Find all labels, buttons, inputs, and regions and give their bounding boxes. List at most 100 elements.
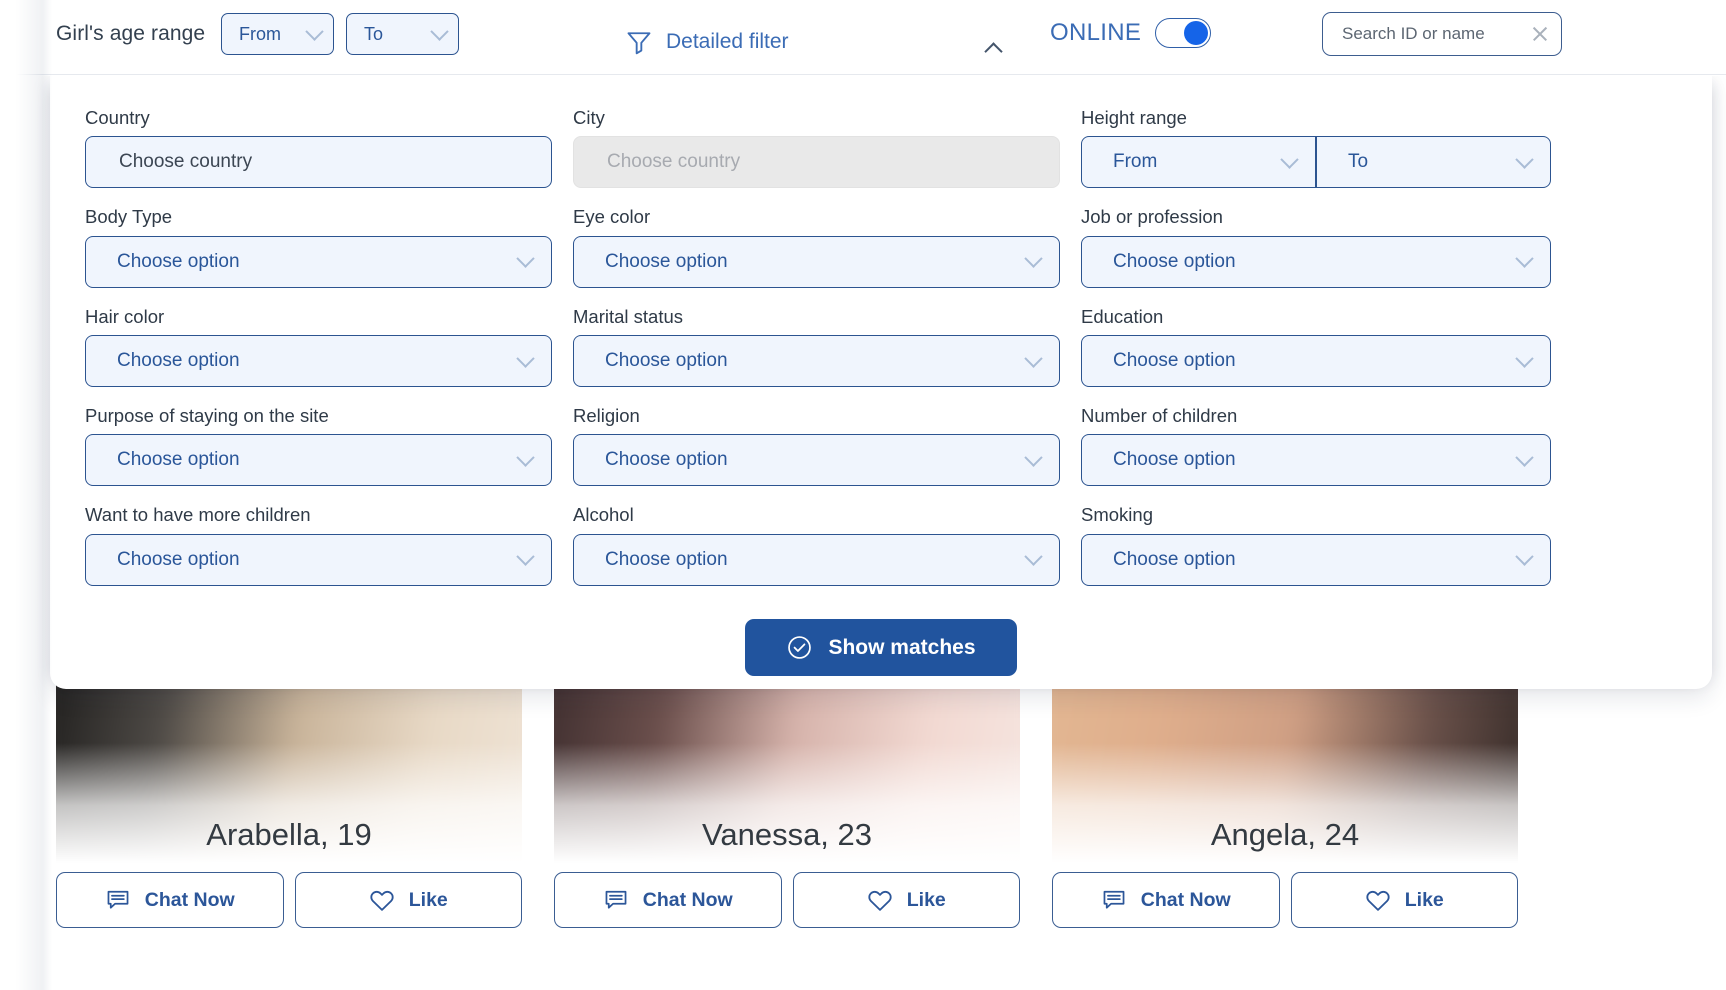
filter-field-label: Purpose of staying on the site: [85, 405, 329, 427]
filter-field-label: Hair color: [85, 305, 165, 327]
filter-field-value: Choose option: [1113, 350, 1236, 372]
filter-select[interactable]: Choose option: [85, 235, 552, 288]
filter-field-value: Choose option: [117, 250, 240, 272]
height-from-value: From: [1113, 151, 1158, 173]
filter-field: Number of children Choose option: [1081, 405, 1551, 487]
chat-now-button[interactable]: Chat Now: [56, 872, 284, 928]
chevron-down-icon: [1515, 249, 1534, 269]
like-label: Like: [1404, 888, 1444, 911]
clear-search-close-icon[interactable]: [1531, 25, 1549, 43]
chevron-down-icon: [516, 349, 535, 368]
chat-now-button[interactable]: Chat Now: [554, 872, 782, 928]
toggle-knob: [1184, 21, 1209, 45]
chevron-down-icon: [1515, 150, 1534, 169]
chat-bubble-icon: [107, 890, 129, 909]
age-range-label: Girl's age range: [56, 22, 206, 45]
filter-field-value: Choose option: [605, 350, 728, 372]
filter-select[interactable]: Choose option: [85, 335, 552, 388]
height-from-select[interactable]: From: [1081, 136, 1316, 189]
profile-name: Vanessa, 23: [701, 817, 873, 852]
detailed-filter-label: Detailed filter: [666, 30, 789, 53]
filter-field-value: Choose option: [117, 350, 240, 372]
filter-select[interactable]: Choose option: [573, 235, 1060, 288]
filter-select[interactable]: Choose option: [573, 533, 1060, 586]
filter-text-input[interactable]: Choose country: [85, 136, 552, 189]
filter-select[interactable]: Choose option: [85, 533, 552, 586]
filter-field: Want to have more children Choose option: [85, 505, 552, 586]
profile-action-row: Chat Now Like: [1052, 863, 1518, 928]
filter-field-label: Number of children: [1081, 405, 1238, 427]
profile-photo[interactable]: Angela, 24: [1052, 683, 1518, 863]
filter-field: Country Choose country: [85, 107, 552, 189]
detailed-filter-panel: Country Choose country City Choose country H…: [50, 74, 1712, 689]
filter-select[interactable]: Choose option: [1081, 335, 1551, 388]
filter-field: Marital status Choose option: [573, 305, 1060, 388]
filter-field: Eye color Choose option: [573, 206, 1060, 288]
profile-name: Arabella, 19: [206, 817, 372, 852]
topbar-divider: [0, 74, 1726, 75]
chevron-down-icon: [1515, 547, 1534, 567]
chevron-down-icon: [1280, 150, 1299, 169]
filter-select[interactable]: Choose option: [573, 335, 1060, 388]
collapse-filter-chevron-up-icon[interactable]: [980, 36, 1006, 62]
filter-field-value: Choose option: [605, 449, 728, 471]
profile-card-list: Arabella, 19 Chat Now Like Vanessa, 23 Chat …: [56, 683, 1696, 928]
chevron-down-icon: [1024, 249, 1043, 269]
chevron-down-icon: [516, 547, 535, 567]
profile-photo[interactable]: Vanessa, 23: [554, 683, 1020, 863]
filter-select[interactable]: Choose option: [1081, 533, 1551, 586]
chevron-down-icon: [305, 21, 324, 41]
filter-field: Alcohol Choose option: [573, 505, 1060, 586]
filter-select[interactable]: Choose option: [85, 434, 552, 487]
filter-field-label: Marital status: [573, 305, 684, 327]
show-matches-button[interactable]: Show matches: [745, 619, 1017, 676]
chevron-down-icon: [1024, 547, 1043, 567]
height-to-select[interactable]: To: [1316, 136, 1551, 189]
filter-field-value: Choose option: [117, 548, 240, 570]
filter-field-value: Choose option: [117, 449, 240, 471]
filter-field: Height range From To: [1081, 107, 1551, 189]
chat-now-button[interactable]: Chat Now: [1052, 872, 1280, 928]
filter-field-value: Choose option: [1113, 449, 1236, 471]
online-filter[interactable]: ONLINE: [1050, 18, 1212, 48]
like-label: Like: [408, 888, 448, 911]
filter-field: Body Type Choose option: [85, 206, 552, 288]
chat-now-label: Chat Now: [1140, 888, 1231, 911]
filter-fields-grid: Country Choose country City Choose country H…: [85, 107, 1677, 586]
search-input[interactable]: [1340, 23, 1525, 45]
filter-field-value: Choose option: [605, 250, 728, 272]
chat-now-label: Chat Now: [642, 888, 733, 911]
profile-card: Angela, 24 Chat Now Like: [1052, 683, 1518, 928]
chevron-down-icon: [430, 21, 449, 41]
show-matches-label: Show matches: [828, 635, 976, 659]
height-to-value: To: [1348, 151, 1369, 173]
like-button[interactable]: Like: [792, 872, 1020, 928]
filter-select[interactable]: Choose option: [1081, 434, 1551, 487]
detailed-filter-toggle[interactable]: Detailed filter: [625, 28, 789, 56]
filter-field: Hair color Choose option: [85, 305, 552, 388]
age-from-select[interactable]: From: [221, 13, 334, 55]
online-toggle[interactable]: [1155, 18, 1212, 48]
chevron-down-icon: [516, 249, 535, 269]
profile-action-row: Chat Now Like: [554, 863, 1020, 928]
profile-card: Vanessa, 23 Chat Now Like: [554, 683, 1020, 928]
filter-field-label: Job or profession: [1081, 206, 1223, 228]
profile-card: Arabella, 19 Chat Now Like: [56, 683, 522, 928]
age-to-select[interactable]: To: [346, 13, 459, 55]
heart-icon: [370, 890, 394, 911]
filter-field-label: Country: [85, 107, 150, 128]
filter-select[interactable]: Choose option: [1081, 235, 1551, 288]
filter-text-input: Choose country: [573, 136, 1060, 189]
height-range-pair: From To: [1081, 136, 1551, 189]
like-button[interactable]: Like: [294, 872, 522, 928]
like-button[interactable]: Like: [1290, 872, 1518, 928]
filter-select[interactable]: Choose option: [573, 434, 1060, 487]
age-from-value: From: [239, 23, 281, 44]
profile-photo[interactable]: Arabella, 19: [56, 683, 522, 863]
filter-field-label: City: [573, 107, 605, 128]
filter-field: Smoking Choose option: [1081, 505, 1551, 586]
filter-field: City Choose country: [573, 107, 1060, 189]
profile-name: Angela, 24: [1210, 817, 1360, 852]
like-label: Like: [906, 888, 946, 911]
search-box[interactable]: [1322, 12, 1562, 56]
